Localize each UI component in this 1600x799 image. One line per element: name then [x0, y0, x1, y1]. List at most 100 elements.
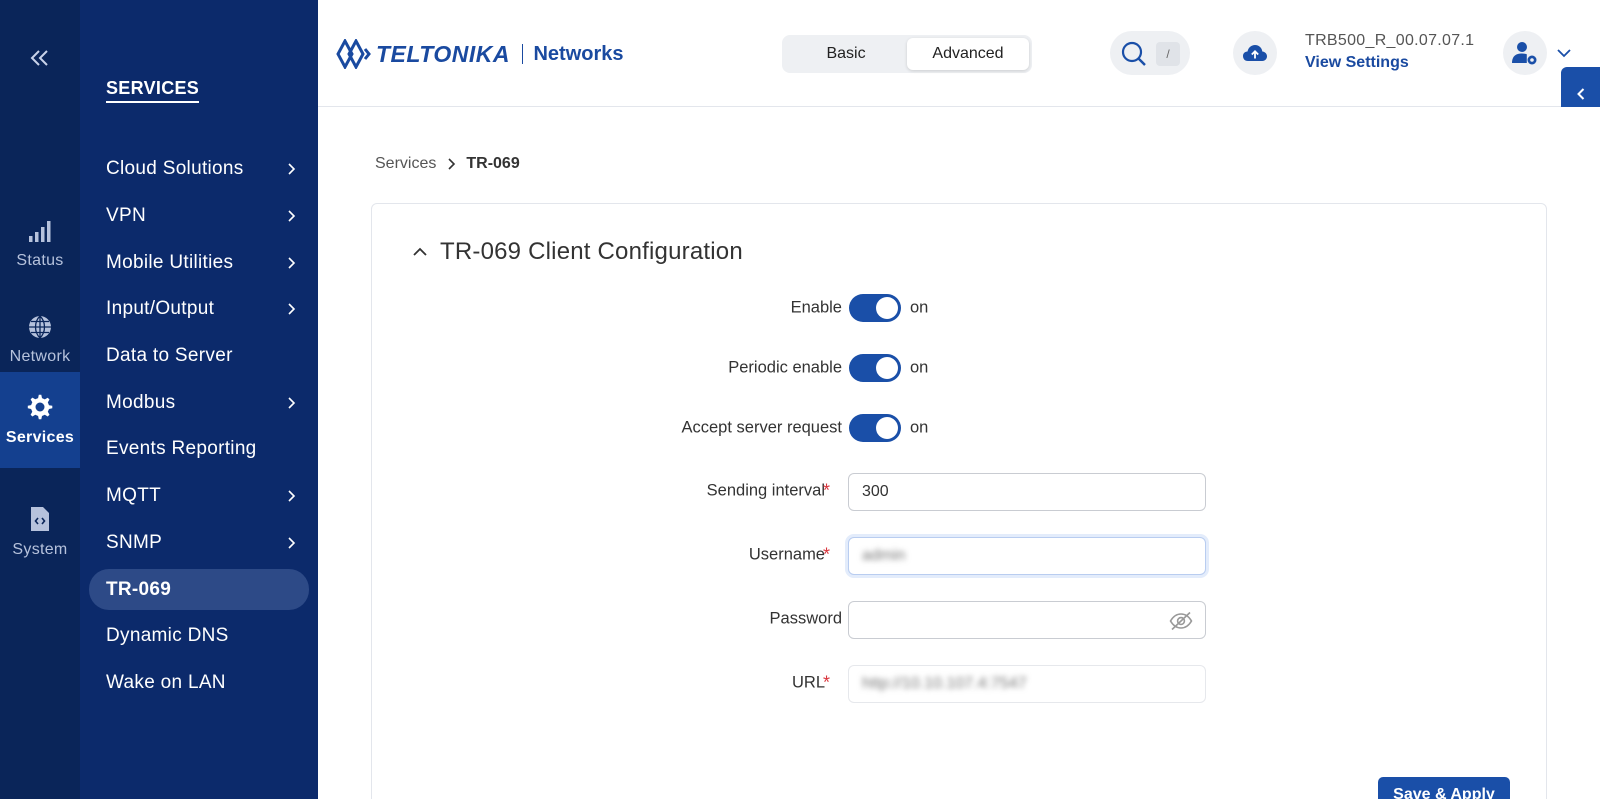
- sidebar-item-label: Wake on LAN: [106, 671, 226, 693]
- password-label: Password: [769, 609, 842, 628]
- sidebar-item-mobile-utilities[interactable]: Mobile Utilities: [80, 239, 318, 286]
- rail-label-services: Services: [5, 429, 75, 446]
- accept-server-request-state: on: [910, 418, 929, 437]
- rail-item-system[interactable]: System: [0, 484, 80, 580]
- gear-icon: [27, 394, 53, 420]
- sending-interval-input[interactable]: 300: [848, 473, 1206, 511]
- sidebar-item-mqtt[interactable]: MQTT: [80, 473, 318, 520]
- rail-label-status: Status: [16, 252, 64, 269]
- chevron-right-icon: [288, 397, 296, 409]
- sidebar-item-snmp[interactable]: SNMP: [80, 520, 318, 567]
- firmware-info: TRB500_R_00.07.07.1 View Settings: [1305, 32, 1474, 72]
- icon-rail: Status Network Services System: [0, 0, 80, 799]
- chevron-right-icon: [288, 537, 296, 549]
- services-sidebar: SERVICES Cloud Solutions VPN Mobile Utilit…: [80, 0, 318, 799]
- eye-hidden-icon[interactable]: [1169, 611, 1193, 631]
- search-shortcut-key: /: [1156, 42, 1180, 66]
- required-marker: *: [823, 672, 831, 693]
- card-title: TR-069 Client Configuration: [440, 238, 743, 265]
- chevron-right-icon: [288, 490, 296, 502]
- sidebar-item-label: Mobile Utilities: [106, 251, 234, 273]
- sidebar-item-label: SNMP: [106, 531, 163, 553]
- card-header[interactable]: TR-069 Client Configuration: [412, 238, 743, 266]
- chevron-down-icon[interactable]: [1556, 46, 1572, 64]
- sidebar-item-label: Cloud Solutions: [106, 158, 244, 180]
- rail-label-system: System: [12, 541, 68, 558]
- sidebar-item-label: TR-069: [106, 578, 172, 600]
- collapse-sidebar-icon[interactable]: [26, 44, 54, 72]
- logo-word: TELTONIKA: [376, 40, 510, 67]
- accept-server-request-row: Accept server request on: [372, 408, 1548, 448]
- sidebar-item-label: MQTT: [106, 485, 162, 507]
- periodic-enable-label: Periodic enable: [728, 358, 842, 377]
- accept-server-request-toggle[interactable]: [849, 414, 901, 442]
- sidebar-item-cloud-solutions[interactable]: Cloud Solutions: [80, 146, 318, 193]
- chevron-right-icon: [288, 163, 296, 175]
- breadcrumb-current: TR-069: [466, 155, 520, 172]
- user-settings-icon: [1512, 42, 1537, 65]
- chevron-right-icon: [288, 257, 296, 269]
- sidebar-menu: Cloud Solutions VPN Mobile Utilities Input/…: [80, 146, 318, 706]
- chevron-up-icon: [413, 247, 427, 256]
- search-button[interactable]: /: [1110, 31, 1190, 75]
- required-marker: *: [823, 544, 831, 565]
- top-header: TELTONIKA Networks Basic Advanced / TRB5…: [318, 0, 1600, 107]
- breadcrumb-services[interactable]: Services: [375, 155, 436, 173]
- user-menu-button[interactable]: [1503, 31, 1547, 75]
- enable-toggle[interactable]: [849, 294, 901, 322]
- sidebar-item-label: Input/Output: [106, 298, 215, 320]
- required-marker: *: [823, 480, 831, 501]
- sending-interval-row: Sending interval * 300: [372, 471, 1548, 511]
- teltonika-logo[interactable]: TELTONIKA Networks: [336, 37, 624, 71]
- enable-state: on: [910, 298, 929, 317]
- password-row: Password: [372, 599, 1548, 639]
- enable-label: Enable: [790, 298, 842, 317]
- sidebar-item-vpn[interactable]: VPN: [80, 193, 318, 240]
- username-label: Username: [748, 545, 825, 564]
- sidebar-item-tr-069[interactable]: TR-069: [80, 566, 318, 613]
- sending-interval-value: 300: [862, 483, 889, 500]
- logo-networks: Networks: [533, 42, 624, 65]
- sidebar-item-dynamic-dns[interactable]: Dynamic DNS: [80, 613, 318, 660]
- sidebar-item-wake-on-lan[interactable]: Wake on LAN: [80, 660, 318, 707]
- teltonika-logo-icon: [336, 39, 371, 69]
- system-file-icon: [31, 507, 49, 531]
- periodic-enable-toggle[interactable]: [849, 354, 901, 382]
- sidebar-item-label: Data to Server: [106, 345, 233, 367]
- sidebar-item-data-to-server[interactable]: Data to Server: [80, 333, 318, 380]
- view-settings-link[interactable]: View Settings: [1305, 54, 1474, 72]
- sidebar-item-modbus[interactable]: Modbus: [80, 379, 318, 426]
- rail-item-status[interactable]: Status: [0, 196, 80, 292]
- chevron-right-icon: [288, 210, 296, 222]
- chevron-right-icon: [448, 158, 456, 170]
- cloud-upload-button[interactable]: [1233, 31, 1277, 75]
- save-apply-button[interactable]: Save & Apply: [1378, 777, 1510, 799]
- rail-item-services[interactable]: Services: [0, 372, 80, 468]
- username-row: Username * admin: [372, 535, 1548, 575]
- url-label: URL: [791, 673, 825, 692]
- rail-label-network: Network: [9, 348, 71, 365]
- sidebar-item-label: Modbus: [106, 391, 176, 413]
- breadcrumb: Services TR-069: [375, 155, 520, 173]
- sidebar-item-input-output[interactable]: Input/Output: [80, 286, 318, 333]
- url-value: http://10.10.107.4:7547: [862, 675, 1027, 692]
- search-icon: [1121, 41, 1146, 66]
- url-row: URL * http://10.10.107.4:7547: [372, 663, 1548, 703]
- mode-toggle: Basic Advanced: [782, 35, 1032, 73]
- url-input[interactable]: http://10.10.107.4:7547: [848, 665, 1206, 703]
- signal-bars-icon: [29, 221, 51, 242]
- username-value: admin: [862, 547, 906, 564]
- accept-server-request-label: Accept server request: [681, 418, 843, 437]
- sidebar-item-label: Dynamic DNS: [106, 625, 229, 647]
- sidebar-item-events-reporting[interactable]: Events Reporting: [80, 426, 318, 473]
- sidebar-item-label: Events Reporting: [106, 438, 257, 460]
- globe-icon: [29, 315, 51, 339]
- sidebar-item-label: VPN: [106, 205, 146, 227]
- username-input[interactable]: admin: [848, 537, 1206, 575]
- mode-advanced-button[interactable]: Advanced: [907, 38, 1029, 70]
- password-input[interactable]: [848, 601, 1206, 639]
- mode-basic-button[interactable]: Basic: [785, 38, 907, 70]
- sending-interval-label: Sending interval: [706, 481, 825, 500]
- logo-separator: [521, 44, 524, 64]
- chevron-right-icon: [288, 303, 296, 315]
